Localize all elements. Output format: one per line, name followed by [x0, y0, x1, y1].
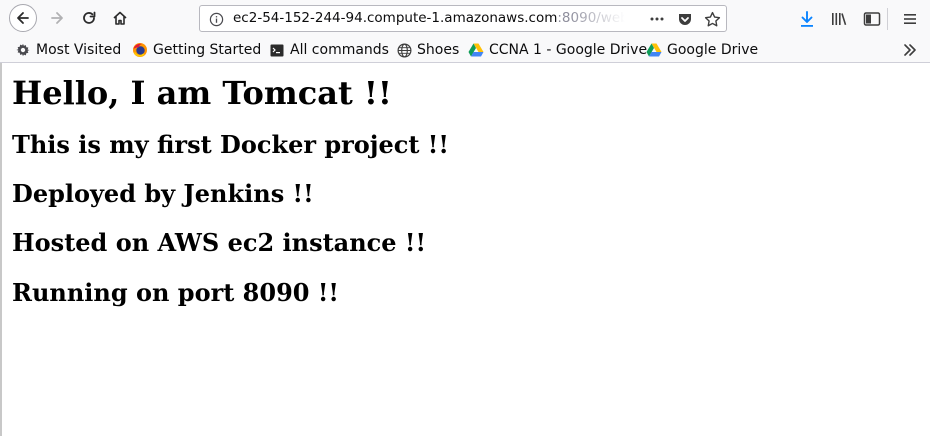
- library-icon[interactable]: [829, 9, 849, 29]
- url-path: :8090/web: [557, 10, 625, 26]
- terminal-icon: [269, 42, 285, 58]
- firefox-icon: [132, 42, 148, 58]
- reload-icon: [83, 11, 96, 24]
- bookmark-label: CCNA 1 - Google Drive: [489, 42, 648, 58]
- bookmark-label: All commands: [290, 42, 389, 58]
- arrow-left-icon: [17, 12, 29, 24]
- download-icon[interactable]: [797, 9, 817, 29]
- bookmark-shoes[interactable]: Shoes: [396, 38, 459, 62]
- arrow-right-icon: [51, 12, 63, 24]
- bookmarks-toolbar: Most Visited Getting Started All command…: [0, 38, 930, 62]
- globe-icon: [396, 42, 412, 58]
- page-heading: Hello, I am Tomcat !!: [12, 74, 392, 112]
- url-host: ec2-54-152-244-94.compute-1.amazonaws.co…: [233, 10, 558, 26]
- url-text[interactable]: ec2-54-152-244-94.compute-1.amazonaws.co…: [233, 6, 625, 31]
- page-line-port: Running on port 8090 !!: [12, 278, 339, 307]
- navigation-toolbar: ec2-54-152-244-94.compute-1.amazonaws.co…: [0, 0, 930, 38]
- hamburger-menu-icon[interactable]: [900, 9, 920, 29]
- toolbar-separator: [887, 8, 888, 30]
- gear-icon: [15, 42, 31, 58]
- bookmark-getting-started[interactable]: Getting Started: [132, 38, 261, 62]
- sidebar-icon[interactable]: [862, 9, 882, 29]
- home-icon: [113, 11, 127, 25]
- bookmark-google-drive[interactable]: Google Drive: [646, 38, 758, 62]
- home-button[interactable]: [108, 6, 132, 30]
- page-line-docker: This is my first Docker project !!: [12, 130, 449, 159]
- google-drive-icon: [646, 42, 662, 58]
- bookmark-label: Getting Started: [153, 42, 262, 58]
- page-content: Hello, I am Tomcat !! This is my first D…: [0, 63, 930, 436]
- back-button[interactable]: [9, 4, 37, 32]
- reload-button[interactable]: [77, 6, 101, 30]
- star-icon[interactable]: [703, 10, 721, 28]
- address-bar[interactable]: ec2-54-152-244-94.compute-1.amazonaws.co…: [199, 5, 727, 32]
- bookmark-label: Shoes: [417, 42, 460, 58]
- bookmark-label: Google Drive: [667, 42, 759, 58]
- page-line-jenkins: Deployed by Jenkins !!: [12, 179, 314, 208]
- bookmark-label: Most Visited: [36, 42, 122, 58]
- bookmark-ccna-google-drive[interactable]: CCNA 1 - Google Drive: [468, 38, 647, 62]
- pocket-icon[interactable]: [676, 10, 694, 28]
- bookmark-most-visited[interactable]: Most Visited: [15, 38, 121, 62]
- info-icon[interactable]: [208, 11, 224, 27]
- forward-button[interactable]: [45, 6, 69, 30]
- chevron-double-right-icon[interactable]: [901, 41, 919, 59]
- more-dots-icon[interactable]: [648, 10, 666, 28]
- bookmark-all-commands[interactable]: All commands: [269, 38, 389, 62]
- browser-chrome: ec2-54-152-244-94.compute-1.amazonaws.co…: [0, 0, 930, 63]
- page-line-aws: Hosted on AWS ec2 instance !!: [12, 228, 426, 257]
- google-drive-icon: [468, 42, 484, 58]
